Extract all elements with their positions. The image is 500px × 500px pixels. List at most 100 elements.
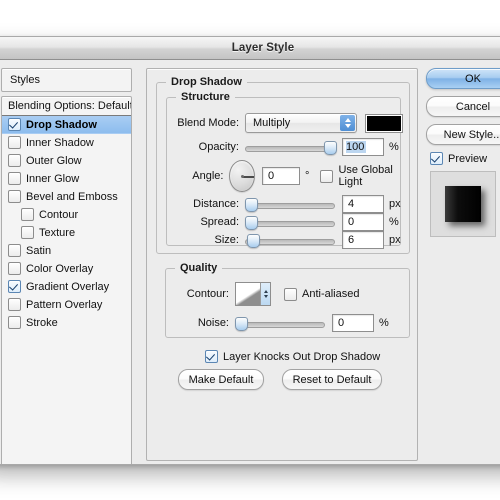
size-slider[interactable] <box>245 233 335 248</box>
sidebar-item-label: Texture <box>39 226 76 239</box>
distance-slider[interactable] <box>245 197 335 212</box>
sidebar-item-label: Gradient Overlay <box>26 280 110 293</box>
distance-unit: px <box>389 198 401 210</box>
layer-knocks-out-checkbox[interactable] <box>205 350 218 363</box>
preview-checkbox[interactable] <box>430 152 443 165</box>
spread-slider-track <box>245 221 335 227</box>
sidebar-item-inner-shadow[interactable]: Inner Shadow <box>2 134 131 152</box>
use-global-light-checkbox[interactable] <box>320 169 334 183</box>
contour-label: Contour: <box>186 288 229 300</box>
new-style-button[interactable]: New Style... <box>426 124 500 145</box>
use-global-light-label: Use Global Light <box>338 164 393 188</box>
anti-aliased-label: Anti-aliased <box>302 288 360 300</box>
dialog-titlebar[interactable]: Layer Style <box>0 37 500 60</box>
sidebar-item-gradient-overlay[interactable]: Gradient Overlay <box>2 278 131 296</box>
effects-list[interactable]: Blending Options: Default Drop Shadow Inne… <box>1 96 132 464</box>
spread-unit: % <box>389 216 399 228</box>
sidebar-item-contour[interactable]: Contour <box>2 206 131 224</box>
effect-checkbox[interactable] <box>8 190 21 203</box>
effect-checkbox[interactable] <box>8 118 21 131</box>
effect-checkbox[interactable] <box>21 226 34 239</box>
sidebar-item-outer-glow[interactable]: Outer Glow <box>2 152 131 170</box>
dialog-actions: OK Cancel New Style... Preview <box>426 68 500 237</box>
quality-group-legend: Quality <box>175 262 223 274</box>
styles-header-box[interactable]: Styles <box>1 68 132 92</box>
layer-style-dialog: Layer Style Styles Blending Options: Def… <box>0 36 500 465</box>
default-buttons-row: Make Default Reset to Default <box>178 369 382 390</box>
noise-unit: % <box>379 317 389 329</box>
cancel-button[interactable]: Cancel <box>426 96 500 117</box>
dialog-body: Styles Blending Options: Default Drop Sha… <box>0 60 500 464</box>
preview-label: Preview <box>448 152 488 165</box>
distance-value: 4 <box>348 198 355 210</box>
distance-slider-thumb[interactable] <box>245 198 258 212</box>
size-unit: px <box>389 234 401 246</box>
sidebar-item-satin[interactable]: Satin <box>2 242 131 260</box>
spread-label: Spread: <box>200 216 239 228</box>
opacity-slider-thumb[interactable] <box>324 141 337 155</box>
effect-checkbox[interactable] <box>8 298 21 311</box>
effect-checkbox[interactable] <box>8 280 21 293</box>
make-default-button[interactable]: Make Default <box>178 369 264 390</box>
sidebar-item-drop-shadow[interactable]: Drop Shadow <box>2 116 131 134</box>
anti-aliased-checkbox[interactable] <box>284 287 297 301</box>
angle-unit: ° <box>305 170 310 182</box>
chevron-updown-icon <box>260 283 270 305</box>
sidebar-item-stroke[interactable]: Stroke <box>2 314 131 332</box>
blend-mode-value: Multiply <box>253 117 291 129</box>
spread-field[interactable]: 0 <box>342 213 384 231</box>
effect-checkbox[interactable] <box>8 154 21 167</box>
styles-label: Styles <box>10 74 40 86</box>
angle-label: Angle: <box>192 170 224 182</box>
preview-row[interactable]: Preview <box>430 152 500 165</box>
layer-knocks-out-label: Layer Knocks Out Drop Shadow <box>223 350 381 363</box>
quality-group: Quality Contour: Anti-aliased Noise: 0 % <box>165 262 410 338</box>
contour-preset-swatch[interactable] <box>235 282 271 306</box>
spread-slider-thumb[interactable] <box>245 216 258 230</box>
drop-shadow-group-legend: Drop Shadow <box>166 76 247 88</box>
styles-sidebar: Styles Blending Options: Default Drop Sha… <box>1 68 132 464</box>
opacity-slider[interactable] <box>245 140 337 155</box>
sidebar-item-label: Outer Glow <box>26 154 82 167</box>
blend-mode-select[interactable]: Multiply <box>245 113 357 133</box>
sidebar-item-label: Inner Glow <box>26 172 80 185</box>
angle-dial-hub <box>240 174 244 178</box>
blend-mode-label: Blend Mode: <box>177 117 239 129</box>
distance-field[interactable]: 4 <box>342 195 384 213</box>
drop-shadow-group: Drop Shadow Structure Blend Mode: Multip… <box>156 76 410 254</box>
size-slider-thumb[interactable] <box>247 234 260 248</box>
angle-dial[interactable] <box>229 160 255 192</box>
opacity-field[interactable]: 100 <box>342 138 384 156</box>
size-field[interactable]: 6 <box>342 231 384 249</box>
noise-field[interactable]: 0 <box>332 314 374 332</box>
layer-knocks-out-row[interactable]: Layer Knocks Out Drop Shadow <box>205 350 380 363</box>
shadow-color-swatch[interactable] <box>365 113 403 133</box>
angle-dial-needle <box>242 176 255 178</box>
sidebar-item-pattern-overlay[interactable]: Pattern Overlay <box>2 296 131 314</box>
angle-value: 0 <box>267 170 275 182</box>
effect-checkbox[interactable] <box>8 136 21 149</box>
effect-checkbox[interactable] <box>8 316 21 329</box>
effect-checkbox[interactable] <box>8 262 21 275</box>
ok-button[interactable]: OK <box>426 68 500 89</box>
sidebar-item-texture[interactable]: Texture <box>2 224 131 242</box>
new-style-button-wrap: New Style... <box>426 124 500 145</box>
noise-slider-thumb[interactable] <box>235 317 248 331</box>
sidebar-item-bevel-and-emboss[interactable]: Bevel and Emboss <box>2 188 131 206</box>
sidebar-item-label: Pattern Overlay <box>26 298 103 311</box>
reset-to-default-button[interactable]: Reset to Default <box>282 369 382 390</box>
noise-label: Noise: <box>197 317 229 329</box>
sidebar-item-inner-glow[interactable]: Inner Glow <box>2 170 131 188</box>
spread-slider[interactable] <box>245 215 335 230</box>
effect-checkbox[interactable] <box>21 208 34 221</box>
sidebar-item-blending-options-default[interactable]: Blending Options: Default <box>2 97 131 116</box>
angle-field[interactable]: 0 <box>261 167 301 185</box>
sidebar-item-label: Blending Options: Default <box>8 100 132 112</box>
noise-slider[interactable] <box>235 316 325 331</box>
effect-checkbox[interactable] <box>8 172 21 185</box>
sidebar-item-color-overlay[interactable]: Color Overlay <box>2 260 131 278</box>
size-label: Size: <box>214 234 239 246</box>
opacity-label: Opacity: <box>198 141 239 153</box>
size-value: 6 <box>348 234 355 246</box>
effect-checkbox[interactable] <box>8 244 21 257</box>
